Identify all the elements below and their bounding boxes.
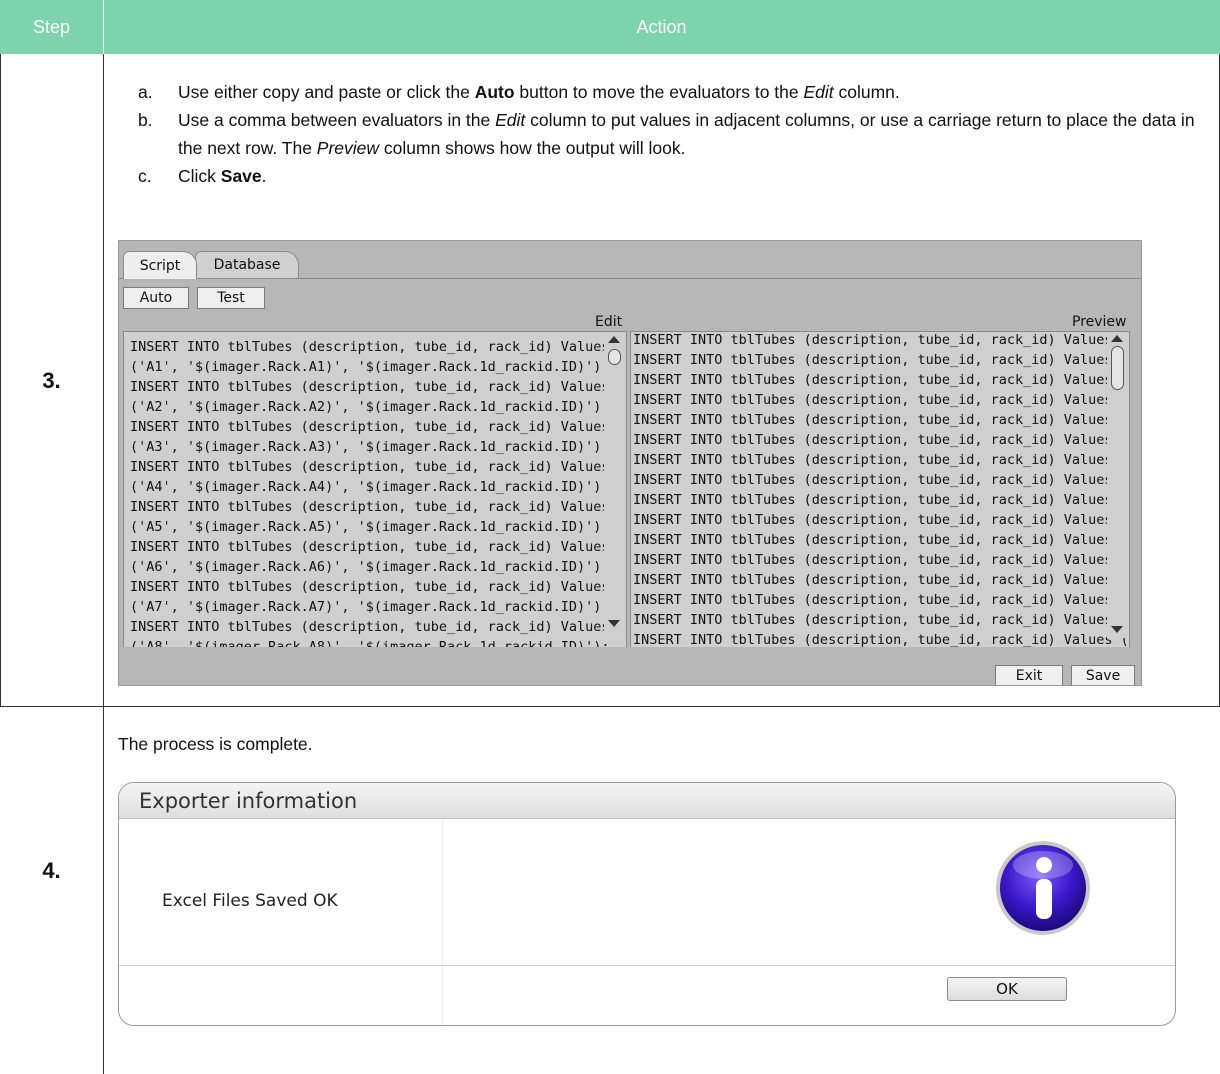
- procedure-table: Step Action 3. a. Use either copy and pas…: [0, 0, 1220, 1074]
- dialog-title: Exporter information: [139, 789, 358, 813]
- dialog-separator: [119, 965, 1175, 966]
- step4-text: The process is complete.: [118, 734, 313, 754]
- instruction-item: a. Use either copy and paste or click the…: [138, 78, 1208, 106]
- editor-footer: [119, 647, 1141, 685]
- tab-database[interactable]: Database: [195, 251, 299, 278]
- edit-column-label: Edit: [595, 314, 623, 330]
- column-term: Edit: [495, 110, 526, 130]
- edit-textarea[interactable]: INSERT INTO tblTubes (description, tube_…: [123, 331, 627, 685]
- instruction-text: Use a comma between evaluators in the: [178, 110, 496, 130]
- instruction-text: column.: [833, 82, 900, 102]
- scroll-thumb[interactable]: [608, 349, 621, 365]
- scroll-down-arrow-icon[interactable]: [1111, 626, 1123, 633]
- preview-textarea[interactable]: INSERT INTO tblTubes (description, tube_…: [630, 331, 1130, 685]
- script-editor-screenshot: Database Script Auto Test Edit Preview I…: [118, 240, 1142, 686]
- exporter-dialog: Exporter information Excel Files Saved O…: [118, 782, 1176, 1026]
- preview-scrollbar[interactable]: [1107, 332, 1129, 638]
- row-divider: [0, 706, 1220, 707]
- column-term: Preview: [316, 138, 380, 158]
- instruction-text: button to move the evaluators to the: [514, 82, 804, 102]
- ui-term: Auto: [474, 82, 515, 102]
- instruction-marker: a.: [138, 82, 153, 102]
- dialog-title-bar: Exporter information: [119, 783, 1175, 819]
- step-number-4: 4.: [42, 858, 61, 883]
- scroll-thumb[interactable]: [1111, 346, 1124, 390]
- step-number-3: 3.: [42, 368, 61, 393]
- tab-script[interactable]: Script: [123, 251, 197, 279]
- tab-strip-line: [119, 278, 1141, 279]
- instruction-text: Click: [178, 166, 221, 186]
- edit-script-text: INSERT INTO tblTubes (description, tube_…: [130, 339, 610, 655]
- dialog-faint-divider: [442, 819, 443, 1025]
- instruction-item: b. Use a comma between evaluators in the …: [138, 106, 1208, 162]
- info-icon: [996, 841, 1090, 935]
- column-term: Edit: [803, 82, 834, 102]
- instruction-item: c. Click Save.: [138, 162, 1208, 190]
- save-button[interactable]: Save: [1071, 665, 1135, 685]
- instruction-text: column shows how the output will look.: [379, 138, 686, 158]
- preview-column-label: Preview: [1072, 314, 1127, 330]
- scroll-up-arrow-icon[interactable]: [1111, 335, 1123, 342]
- header-action: Action: [636, 16, 687, 37]
- preview-script-text: INSERT INTO tblTubes (description, tube_…: [633, 332, 1129, 648]
- exit-button[interactable]: Exit: [995, 665, 1063, 685]
- instruction-marker: b.: [138, 110, 153, 130]
- scroll-down-arrow-icon[interactable]: [608, 620, 620, 627]
- table-header: Step Action: [0, 0, 1220, 54]
- ok-button[interactable]: OK: [947, 977, 1067, 1001]
- instruction-marker: c.: [138, 166, 152, 186]
- instruction-list: a. Use either copy and paste or click the…: [138, 78, 1208, 190]
- dialog-message: Excel Files Saved OK: [162, 891, 338, 911]
- header-step: Step: [32, 16, 71, 37]
- scroll-up-arrow-icon[interactable]: [608, 336, 620, 343]
- instruction-text: Use either copy and paste or click the: [178, 82, 475, 102]
- test-button[interactable]: Test: [197, 287, 265, 309]
- edit-scrollbar[interactable]: [604, 334, 626, 639]
- instruction-text: .: [261, 166, 267, 186]
- ui-term: Save: [220, 166, 262, 186]
- step-column-divider: [103, 54, 104, 1074]
- auto-button[interactable]: Auto: [123, 287, 189, 309]
